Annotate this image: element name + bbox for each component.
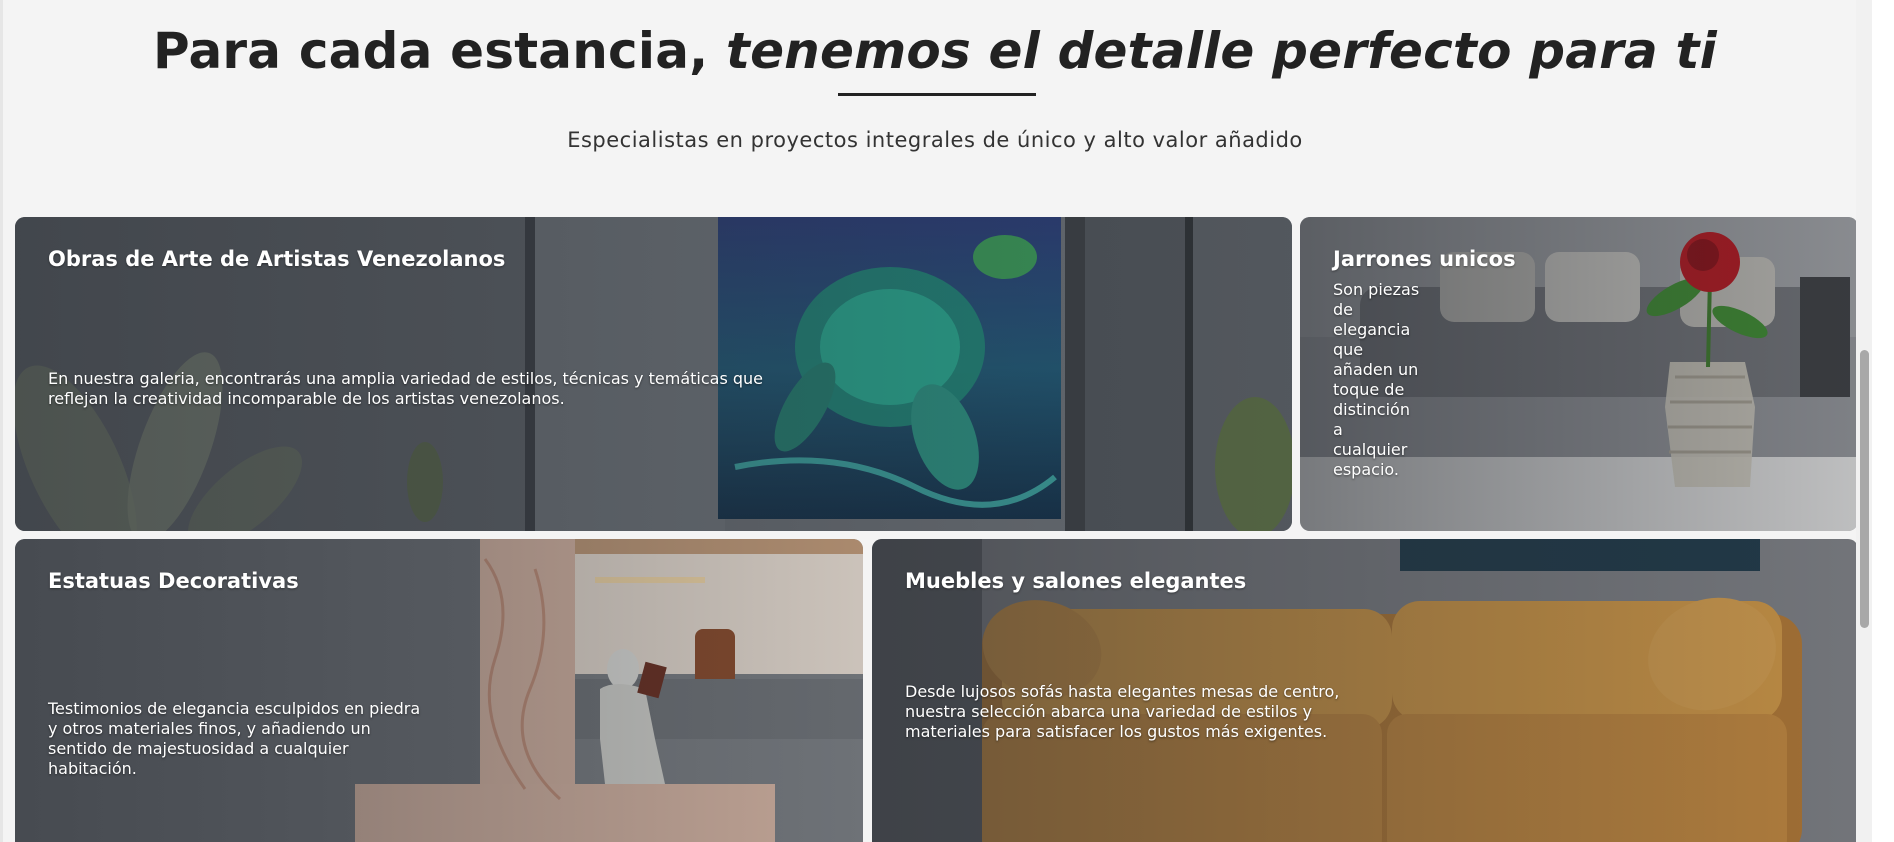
left-edge <box>0 0 3 842</box>
right-gutter <box>1872 0 1894 842</box>
section-heading: Para cada estancia, tenemos el detalle p… <box>0 22 1870 80</box>
card-description: Testimonios de elegancia esculpidos en p… <box>48 699 421 778</box>
heading-underline <box>838 93 1036 96</box>
card-title[interactable]: Jarrones unicos <box>1333 247 1516 271</box>
card-title[interactable]: Estatuas Decorativas <box>48 569 299 593</box>
card-vases[interactable]: Jarrones unicos Son piezas de elegancia … <box>1300 217 1858 531</box>
card-furniture[interactable]: Muebles y salones elegantes Desde lujoso… <box>872 539 1858 842</box>
scrollbar[interactable] <box>1856 0 1872 842</box>
card-statues[interactable]: Estatuas Decorativas Testimonios de eleg… <box>15 539 863 842</box>
section-subtitle: Especialistas en proyectos integrales de… <box>567 128 1303 152</box>
card-description: Son piezas de elegancia que añaden un to… <box>1333 280 1420 479</box>
card-art[interactable]: Obras de Arte de Artistas Venezolanos En… <box>15 217 1292 531</box>
heading-plain: Para cada estancia, <box>152 22 726 80</box>
card-title[interactable]: Obras de Arte de Artistas Venezolanos <box>48 247 505 271</box>
heading-italic: tenemos el detalle perfecto para ti <box>725 22 1718 80</box>
card-description: En nuestra galeria, encontrarás una ampl… <box>48 369 763 408</box>
card-description: Desde lujosos sofás hasta elegantes mesa… <box>905 682 1340 741</box>
page: Para cada estancia, tenemos el detalle p… <box>0 0 1894 842</box>
card-title[interactable]: Muebles y salones elegantes <box>905 569 1246 593</box>
scrollbar-thumb[interactable] <box>1860 350 1869 628</box>
